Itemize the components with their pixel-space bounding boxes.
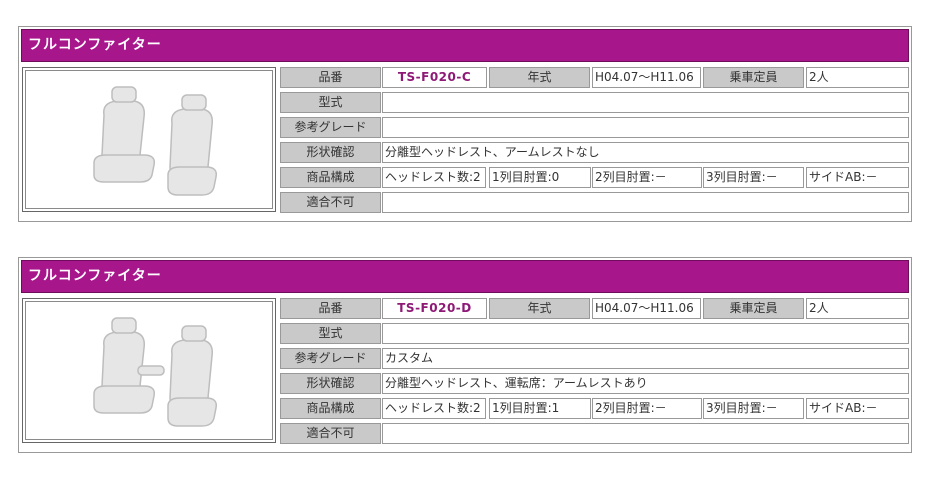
label-year: 年式 [489, 67, 590, 88]
composition-headrest: ヘッドレスト数:2 [382, 167, 486, 188]
seat-pair-icon [93, 86, 218, 196]
composition-row3-armrest: 3列目肘置:－ [703, 398, 804, 419]
model-type-value [382, 92, 909, 113]
grade-value: カスタム [382, 348, 909, 369]
label-grade: 参考グレード [280, 117, 381, 138]
shape-value: 分離型ヘッドレスト、運転席：アームレストあり [382, 373, 909, 394]
product-image [22, 67, 276, 212]
label-part-number: 品番 [280, 298, 381, 319]
part-number-value: TS-F020-D [382, 298, 487, 319]
composition-row1-armrest: 1列目肘置:1 [489, 398, 591, 419]
label-shape: 形状確認 [280, 142, 381, 163]
model-type-value [382, 323, 909, 344]
product-title: フルコンファイター [21, 260, 909, 293]
composition-row3-armrest: 3列目肘置:－ [703, 167, 804, 188]
label-compatibility: 適合不可 [280, 192, 381, 213]
product-card: フルコンファイター 品番 TS-F020-C 年式 H04.07～H11.06 … [18, 26, 912, 222]
label-model-type: 型式 [280, 323, 381, 344]
product-title: フルコンファイター [21, 29, 909, 62]
grade-value [382, 117, 909, 138]
compatibility-value [382, 192, 909, 213]
product-image [22, 298, 276, 443]
composition-row2-armrest: 2列目肘置:－ [592, 167, 702, 188]
label-composition: 商品構成 [280, 398, 381, 419]
label-shape: 形状確認 [280, 373, 381, 394]
compatibility-value [382, 423, 909, 444]
label-model-type: 型式 [280, 92, 381, 113]
label-part-number: 品番 [280, 67, 381, 88]
composition-headrest: ヘッドレスト数:2 [382, 398, 486, 419]
label-compatibility: 適合不可 [280, 423, 381, 444]
part-number-value: TS-F020-C [382, 67, 487, 88]
label-year: 年式 [489, 298, 590, 319]
composition-row1-armrest: 1列目肘置:0 [489, 167, 591, 188]
label-capacity: 乗車定員 [703, 67, 804, 88]
seat-pair-armrest-icon [93, 317, 218, 427]
composition-row2-armrest: 2列目肘置:－ [592, 398, 702, 419]
label-grade: 参考グレード [280, 348, 381, 369]
shape-value: 分離型ヘッドレスト、アームレストなし [382, 142, 909, 163]
capacity-value: 2人 [806, 298, 909, 319]
capacity-value: 2人 [806, 67, 909, 88]
product-card: フルコンファイター 品番 TS-F020-D 年式 H04.07～H11.06 … [18, 257, 912, 453]
label-capacity: 乗車定員 [703, 298, 804, 319]
year-value: H04.07～H11.06 [592, 298, 701, 319]
label-composition: 商品構成 [280, 167, 381, 188]
year-value: H04.07～H11.06 [592, 67, 701, 88]
composition-side-airbag: サイドAB:－ [806, 167, 909, 188]
composition-side-airbag: サイドAB:－ [806, 398, 909, 419]
